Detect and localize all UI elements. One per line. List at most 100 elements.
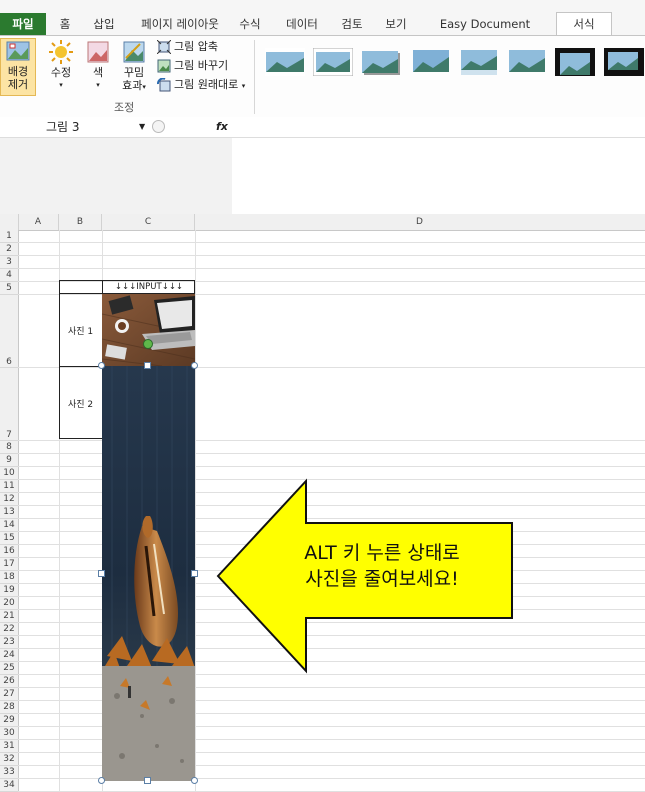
row-header-10[interactable]: 10: [0, 467, 19, 480]
photo-1-laptop-image[interactable]: [102, 294, 195, 366]
row-header-17[interactable]: 17: [0, 558, 19, 571]
row-header-29[interactable]: 29: [0, 714, 19, 727]
formula-bar-expand-handle[interactable]: [152, 120, 165, 133]
row-header-16[interactable]: 16: [0, 545, 19, 558]
select-all-corner[interactable]: [0, 214, 19, 230]
reset-picture-label: 그림 원래대로: [174, 78, 239, 91]
compress-pictures-button[interactable]: 그림 압축: [156, 38, 218, 56]
color-icon: [86, 40, 110, 64]
change-picture-icon: [157, 59, 171, 73]
ribbon-tab-bar: 파일 홈 삽입 페이지 레이아웃 수식 데이터 검토 보기 Easy Docum…: [0, 0, 645, 53]
tab-easy-document-creator[interactable]: Easy Document Creator: [424, 13, 546, 53]
resize-handle-bottom-right[interactable]: [191, 777, 198, 784]
row-header-13[interactable]: 13: [0, 506, 19, 519]
resize-handle-bottom[interactable]: [144, 777, 151, 784]
tab-page-layout[interactable]: 페이지 레이아웃: [136, 13, 224, 35]
row-header-26[interactable]: 26: [0, 675, 19, 688]
row-header-2[interactable]: 2: [0, 243, 19, 256]
resize-handle-bottom-left[interactable]: [98, 777, 105, 784]
tab-insert[interactable]: 삽입: [88, 13, 120, 35]
insert-function-icon[interactable]: fx: [216, 117, 228, 137]
photo-2-label: 사진 2: [68, 400, 94, 410]
sun-icon: [49, 40, 73, 64]
gridline: [18, 242, 645, 243]
change-picture-button[interactable]: 그림 바꾸기: [157, 57, 228, 75]
picture-style-soft-edge[interactable]: [411, 48, 451, 76]
row-header-32[interactable]: 32: [0, 753, 19, 766]
row-header-9[interactable]: 9: [0, 454, 19, 467]
color-button[interactable]: 색 ▾: [84, 40, 112, 92]
row-header-12[interactable]: 12: [0, 493, 19, 506]
row-header-28[interactable]: 28: [0, 701, 19, 714]
input-header-cell[interactable]: ↓↓↓INPUT↓↓↓: [103, 280, 195, 294]
row-header-5[interactable]: 5: [0, 282, 19, 295]
corrections-button[interactable]: 수정 ▾: [44, 40, 78, 92]
remove-background-icon: [6, 39, 30, 63]
picture-style-white-frame[interactable]: [313, 48, 353, 76]
row-header-8[interactable]: 8: [0, 441, 19, 454]
row-header-23[interactable]: 23: [0, 636, 19, 649]
row-header-27[interactable]: 27: [0, 688, 19, 701]
row-header-34[interactable]: 34: [0, 779, 19, 792]
formula-expanded-area[interactable]: [232, 138, 645, 215]
tab-formulas[interactable]: 수식: [234, 13, 266, 35]
photo-2-chipmunk-image[interactable]: [102, 366, 195, 781]
column-header-c[interactable]: C: [102, 214, 195, 230]
tab-data[interactable]: 데이터: [280, 13, 324, 35]
column-header-b[interactable]: B: [59, 214, 102, 230]
row-header-7[interactable]: 7: [0, 368, 19, 441]
row-header-6[interactable]: 6: [0, 295, 19, 368]
gridline: [18, 255, 645, 256]
resize-handle-right[interactable]: [191, 570, 198, 577]
tab-review[interactable]: 검토: [336, 13, 368, 35]
tab-view[interactable]: 보기: [380, 13, 412, 35]
row-header-1[interactable]: 1: [0, 230, 19, 243]
row-header-14[interactable]: 14: [0, 519, 19, 532]
column-header-a[interactable]: A: [18, 214, 59, 230]
rotation-handle[interactable]: [143, 339, 153, 349]
picture-style-simple-frame[interactable]: [265, 48, 305, 76]
picture-style-thick-black-frame[interactable]: [555, 48, 595, 76]
row-header-11[interactable]: 11: [0, 480, 19, 493]
row-header-22[interactable]: 22: [0, 623, 19, 636]
formula-input[interactable]: [232, 117, 645, 137]
tab-home[interactable]: 홈: [52, 13, 78, 35]
row-header-15[interactable]: 15: [0, 532, 19, 545]
row-header-31[interactable]: 31: [0, 740, 19, 753]
row-header-18[interactable]: 18: [0, 571, 19, 584]
corrections-label: 수정: [50, 66, 72, 79]
row-header-30[interactable]: 30: [0, 727, 19, 740]
tab-format[interactable]: 서식: [556, 12, 612, 37]
reset-picture-button[interactable]: 그림 원래대로 ▾: [157, 76, 245, 94]
row-header-3[interactable]: 3: [0, 256, 19, 269]
callout-line-1: ALT 키 누른 상태로: [304, 542, 460, 564]
row-header-25[interactable]: 25: [0, 662, 19, 675]
column-header-d[interactable]: D: [195, 214, 644, 230]
artistic-effects-button[interactable]: 꾸밈 효과▾: [116, 40, 152, 94]
row-header-21[interactable]: 21: [0, 610, 19, 623]
artistic-effects-dropdown-icon: ▾: [142, 83, 146, 91]
row-header-19[interactable]: 19: [0, 584, 19, 597]
gridline: [18, 268, 645, 269]
adjust-group-label: 조정: [114, 101, 135, 114]
row-header-20[interactable]: 20: [0, 597, 19, 610]
resize-handle-left[interactable]: [98, 570, 105, 577]
row-header-4[interactable]: 4: [0, 269, 19, 282]
resize-handle-top-right[interactable]: [191, 362, 198, 369]
name-box-dropdown-icon[interactable]: ▼: [139, 117, 145, 137]
row-header-24[interactable]: 24: [0, 649, 19, 662]
picture-style-shadow[interactable]: [361, 48, 401, 76]
picture-style-reflected[interactable]: [459, 48, 499, 76]
tab-file[interactable]: 파일: [0, 13, 46, 35]
row-header-33[interactable]: 33: [0, 766, 19, 779]
picture-style-beveled[interactable]: [507, 48, 547, 76]
resize-handle-top-left[interactable]: [98, 362, 105, 369]
compress-pictures-label: 그림 압축: [174, 40, 218, 53]
resize-handle-top[interactable]: [144, 362, 151, 369]
callout-text: ALT 키 누른 상태로 사진을 줄여보세요!: [272, 540, 492, 592]
remove-background-button[interactable]: 배경 제거: [0, 38, 36, 96]
remove-background-label: 배경 제거: [7, 65, 29, 91]
picture-style-black-shadow[interactable]: [604, 48, 644, 76]
photo-1-label: 사진 1: [68, 327, 94, 337]
reset-picture-icon: [157, 77, 171, 92]
